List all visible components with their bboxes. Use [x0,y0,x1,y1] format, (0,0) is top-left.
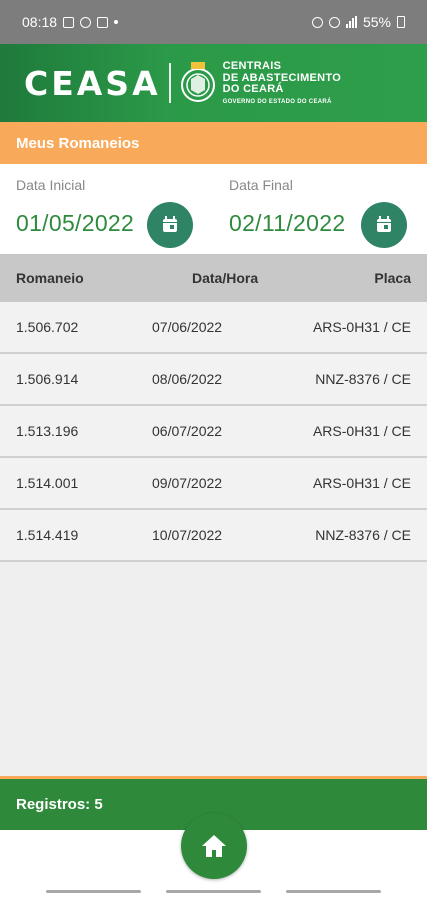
cell-data-hora: 10/07/2022 [152,527,223,543]
start-date-calendar-button[interactable] [147,202,193,248]
nav-back-hint[interactable] [46,890,141,893]
alarm-icon [311,16,323,28]
end-date-label: Data Final [229,177,293,193]
section-title: Meus Romaneios [0,122,427,164]
end-date-group: Data Final 02/11/2022 [229,164,345,237]
start-date-value[interactable]: 01/05/2022 [16,210,134,237]
logo-line-1: CENTRAIS [222,60,282,73]
start-date-label: Data Inicial [16,177,86,193]
home-button[interactable] [181,813,247,879]
date-filter: Data Inicial 01/05/2022 Data Final 02/11… [0,164,427,254]
logo-divider [168,63,171,103]
home-icon [202,835,226,857]
start-date-group: Data Inicial 01/05/2022 [16,164,134,237]
more-dot-icon [114,20,119,24]
ceasa-logo: CEASA [24,63,161,103]
instagram-icon [97,16,109,28]
nav-home-hint[interactable] [166,890,261,893]
calendar-icon [377,215,391,232]
table-row[interactable]: 1.506.914 08/06/2022 NNZ-8376 / CE [0,354,427,406]
nav-recents-hint[interactable] [286,890,381,893]
cell-placa: ARS-0H31 / CE [312,475,411,491]
cloud-icon [80,16,92,28]
logo-subtitle: CENTRAIS DE ABASTECIMENTO DO CEARÁ GOVER… [222,60,341,105]
cell-romaneio: 1.513.196 [16,423,79,439]
table-row[interactable]: 1.506.702 07/06/2022 ARS-0H31 / CE [0,302,427,354]
table-row[interactable]: 1.514.419 10/07/2022 NNZ-8376 / CE [0,510,427,562]
cell-placa: ARS-0H31 / CE [312,319,411,335]
status-time: 08:18 [22,14,58,30]
cell-placa: NNZ-8376 / CE [315,371,411,387]
battery-icon [397,16,405,28]
cell-placa: ARS-0H31 / CE [312,423,411,439]
signal-icon [345,16,357,28]
romaneios-table: Romaneio Data/Hora Placa 1.506.702 07/06… [0,254,427,776]
header-placa: Placa [374,270,411,286]
cell-romaneio: 1.514.001 [16,475,79,491]
status-bar: 08:18 55% [0,0,427,44]
app-header: CEASA CENTRAIS DE ABASTECIMENTO DO CEARÁ… [0,44,427,122]
cell-placa: NNZ-8376 / CE [315,527,411,543]
cell-data-hora: 08/06/2022 [152,371,223,387]
logo-line-4: GOVERNO DO ESTADO DO CEARÁ [222,98,332,105]
logo-line-3: DO CEARÁ [222,83,284,96]
ceara-seal-icon [180,62,215,102]
cell-romaneio: 1.506.914 [16,371,79,387]
calendar-icon [163,215,177,232]
wifi-icon [328,16,340,28]
table-header: Romaneio Data/Hora Placa [0,254,427,302]
image-icon [63,16,75,28]
end-date-calendar-button[interactable] [361,202,407,248]
table-row[interactable]: 1.513.196 06/07/2022 ARS-0H31 / CE [0,406,427,458]
cell-data-hora: 06/07/2022 [152,423,223,439]
end-date-value[interactable]: 02/11/2022 [229,210,345,237]
table-row[interactable]: 1.514.001 09/07/2022 ARS-0H31 / CE [0,458,427,510]
cell-data-hora: 09/07/2022 [152,475,223,491]
battery-percent: 55% [362,14,391,30]
cell-data-hora: 07/06/2022 [152,319,223,335]
header-romaneio: Romaneio [16,270,84,286]
header-data-hora: Data/Hora [192,270,259,286]
cell-romaneio: 1.514.419 [16,527,79,543]
cell-romaneio: 1.506.702 [16,319,79,335]
